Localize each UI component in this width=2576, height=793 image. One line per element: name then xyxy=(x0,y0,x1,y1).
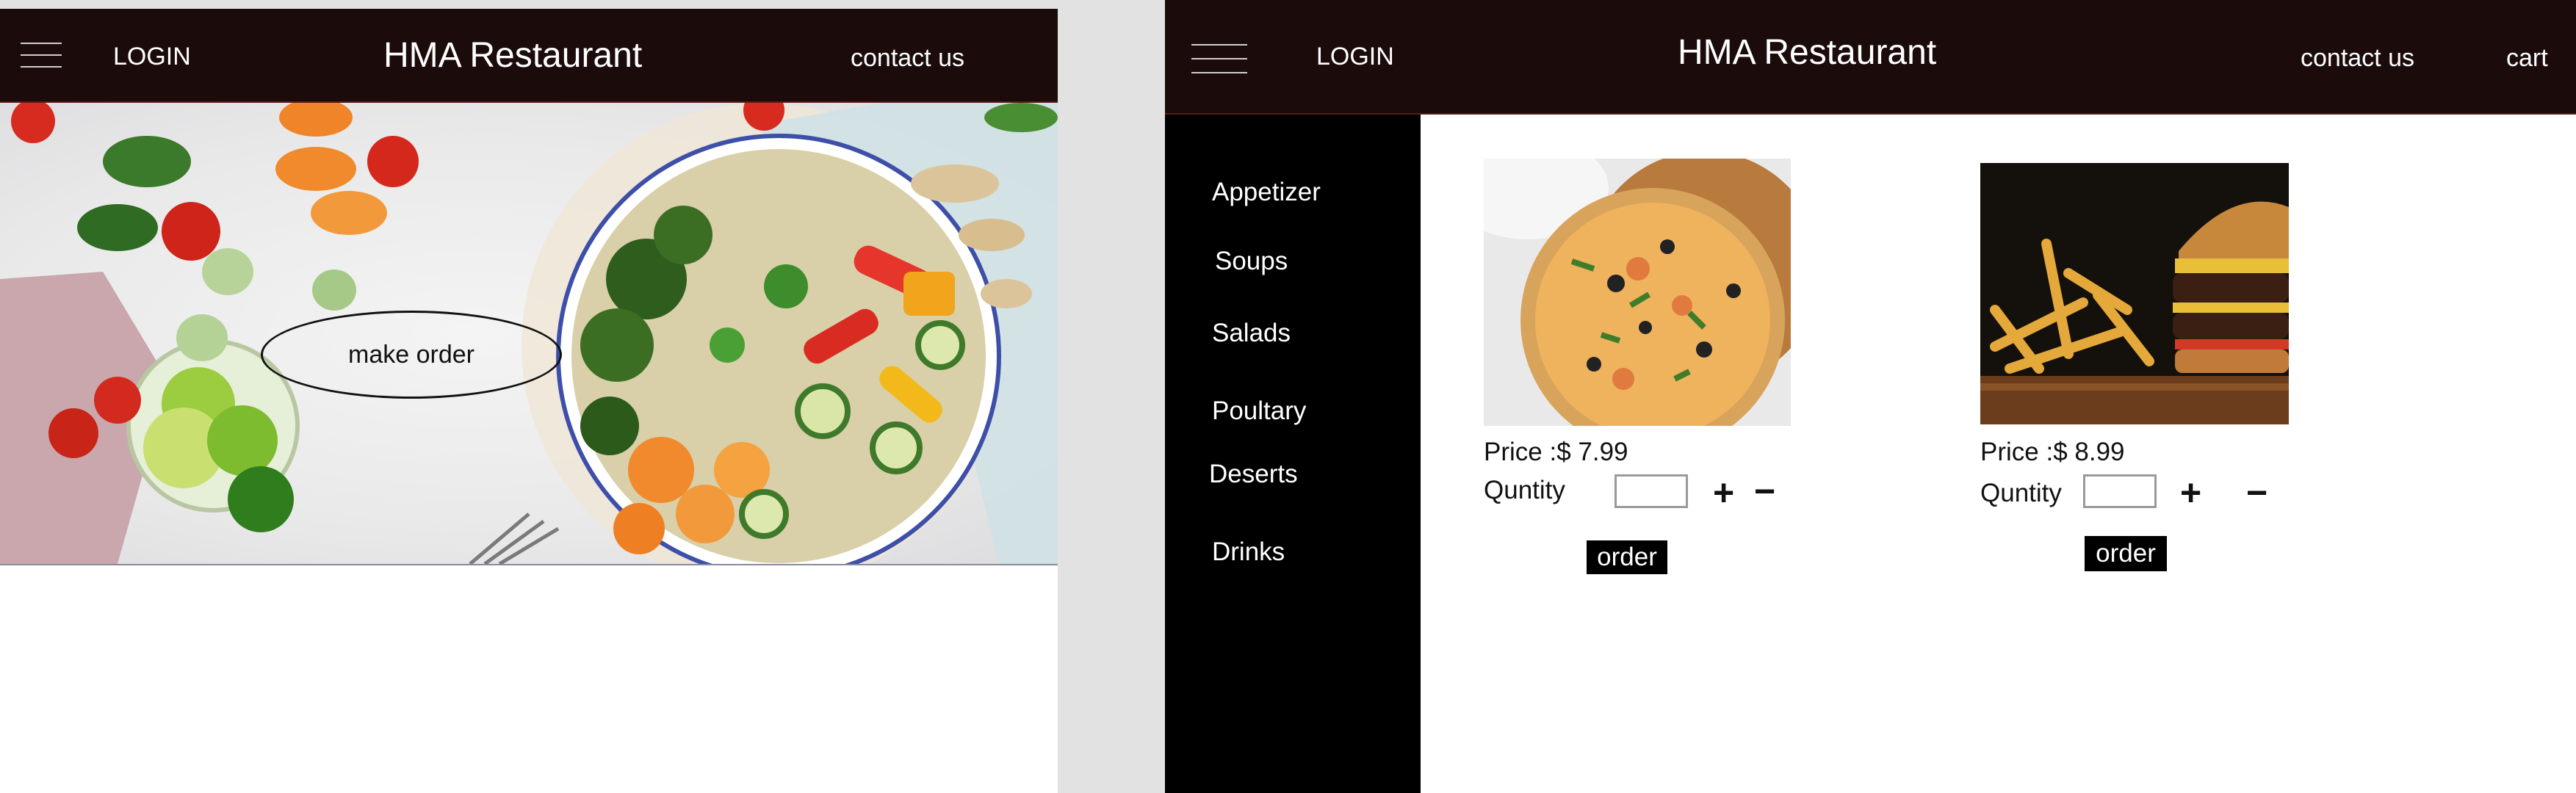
hamburger-menu-icon[interactable] xyxy=(21,43,62,69)
category-sidebar: Appetizer Soups Salads Poultary Deserts … xyxy=(1165,115,1421,793)
top-strip xyxy=(0,0,1058,9)
contact-link[interactable]: contact us xyxy=(2301,44,2414,73)
contact-link[interactable]: contact us xyxy=(851,44,964,73)
category-deserts[interactable]: Deserts xyxy=(1209,460,1298,489)
plus-icon[interactable]: + xyxy=(2180,474,2201,511)
product-price: Price :$ 8.99 xyxy=(1980,438,2125,466)
category-salads[interactable]: Salads xyxy=(1212,319,1291,348)
login-link[interactable]: LOGIN xyxy=(1316,43,1394,71)
pizza-image xyxy=(1484,159,1791,426)
make-order-button[interactable]: make order xyxy=(261,311,562,399)
product-card: Price :$ 7.99 Quntity + − order xyxy=(1484,159,1792,584)
plus-icon[interactable]: + xyxy=(1713,474,1734,511)
product-price: Price :$ 7.99 xyxy=(1484,438,1628,466)
login-link[interactable]: LOGIN xyxy=(113,43,191,71)
landing-header: LOGIN HMA Restaurant contact us xyxy=(0,9,1058,103)
landing-page: LOGIN HMA Restaurant contact us make ord… xyxy=(0,0,1058,793)
quantity-label: Quntity xyxy=(1484,476,1565,504)
cart-link[interactable]: cart xyxy=(2506,44,2548,73)
product-card: Price :$ 8.99 Quntity + − order xyxy=(1980,163,2289,589)
order-button[interactable]: order xyxy=(2085,536,2167,571)
brand-title: HMA Restaurant xyxy=(1678,33,1937,72)
category-appetizer[interactable]: Appetizer xyxy=(1212,178,1321,207)
hamburger-menu-icon[interactable] xyxy=(1191,44,1247,73)
quantity-input[interactable] xyxy=(1614,474,1688,508)
brand-title: HMA Restaurant xyxy=(383,36,643,75)
minus-icon[interactable]: − xyxy=(1754,473,1775,510)
menu-header: LOGIN HMA Restaurant contact us cart xyxy=(1165,0,2576,115)
burger-image xyxy=(1980,163,2289,424)
hero-food-image: make order xyxy=(0,103,1058,565)
category-drinks[interactable]: Drinks xyxy=(1212,537,1285,567)
minus-icon[interactable]: − xyxy=(2246,474,2267,511)
category-soups[interactable]: Soups xyxy=(1215,247,1288,276)
order-button[interactable]: order xyxy=(1587,540,1667,574)
menu-page: LOGIN HMA Restaurant contact us cart App… xyxy=(1165,0,2576,793)
quantity-input[interactable] xyxy=(2083,474,2157,508)
quantity-label: Quntity xyxy=(1980,479,2062,507)
category-poultary[interactable]: Poultary xyxy=(1212,396,1306,426)
